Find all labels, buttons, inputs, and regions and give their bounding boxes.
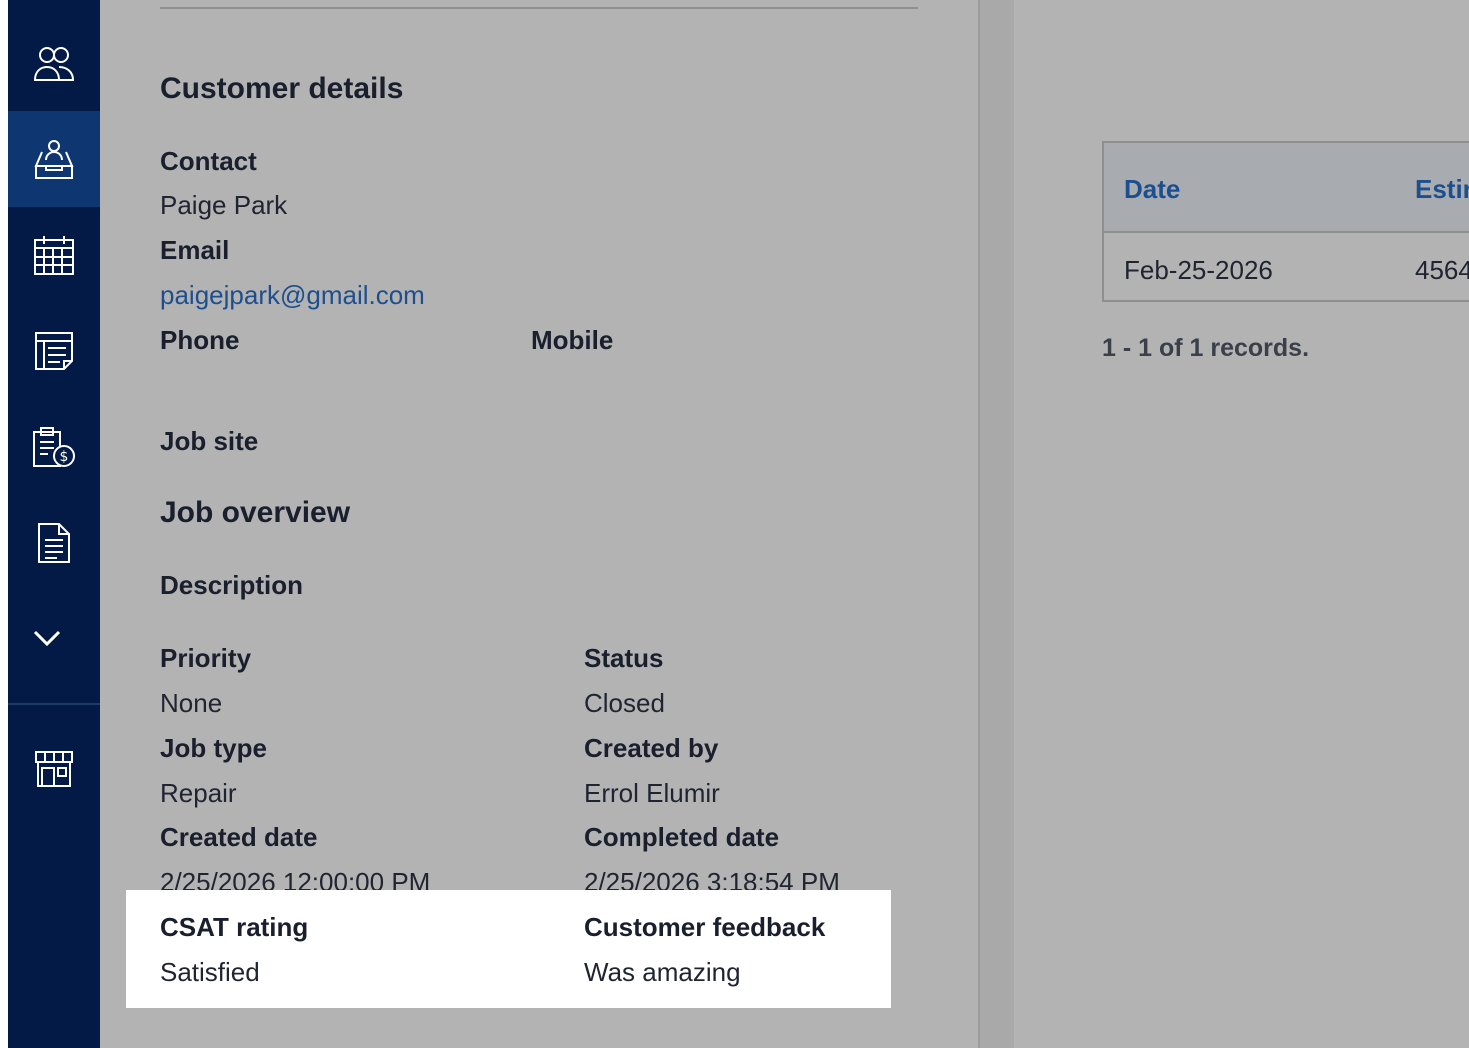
job-overview-heading: Job overview [160, 496, 351, 529]
contact-value: Paige Park [160, 190, 288, 220]
email-link[interactable]: paigejpark@gmail.com [160, 282, 425, 308]
csat-rating-label: CSAT rating [160, 912, 309, 942]
job-site-label: Job site [160, 426, 259, 456]
created-by-value: Errol Elumir [584, 778, 720, 808]
contact-label: Contact [160, 146, 257, 176]
column-header-estimate[interactable]: Estin [1415, 176, 1469, 202]
priority-label: Priority [160, 643, 252, 673]
description-label: Description [160, 570, 304, 600]
cell-date: Feb-25-2026 [1124, 255, 1273, 285]
sidebar-item-calendar[interactable] [8, 207, 100, 303]
storefront-icon [34, 750, 74, 788]
sidebar-item-jobs[interactable] [8, 111, 100, 207]
sidebar-item-documents[interactable] [8, 495, 100, 591]
records-panel: Date Estin Feb-25-2026 4564 1 - 1 of 1 r… [1014, 0, 1469, 1048]
inbox-person-icon [32, 138, 76, 180]
sidebar-divider [8, 703, 100, 705]
column-header-date[interactable]: Date [1124, 176, 1180, 202]
svg-text:$: $ [60, 449, 69, 465]
sidebar-item-customers[interactable] [8, 16, 100, 112]
people-icon [32, 44, 76, 84]
created-by-label: Created by [584, 733, 719, 763]
window-edge [0, 0, 8, 1048]
cell-estimate: 4564 [1415, 255, 1469, 285]
sidebar-item-store[interactable] [8, 721, 100, 817]
sidebar-nav: $ [8, 0, 100, 1048]
status-value: Closed [584, 688, 665, 718]
mobile-label: Mobile [531, 325, 614, 355]
calendar-icon [33, 234, 75, 276]
records-grid: Date Estin Feb-25-2026 4564 [1102, 141, 1469, 302]
customer-feedback-value: Was amazing [584, 957, 741, 987]
chevron-down-icon [32, 629, 62, 647]
feedback-highlight [126, 890, 891, 1008]
customer-details-heading: Customer details [160, 72, 404, 105]
job-type-label: Job type [160, 733, 267, 763]
table-sheet-icon [34, 331, 74, 371]
pager-info: 1 - 1 of 1 records. [1102, 334, 1310, 362]
status-label: Status [584, 643, 664, 673]
section-divider [160, 7, 918, 9]
completed-date-label: Completed date [584, 822, 780, 852]
email-label: Email [160, 235, 230, 265]
panel-splitter[interactable] [978, 0, 1014, 1048]
priority-value: None [160, 688, 223, 718]
sidebar-item-invoices[interactable]: $ [8, 399, 100, 495]
job-type-value: Repair [160, 778, 237, 808]
phone-label: Phone [160, 325, 240, 355]
created-date-label: Created date [160, 822, 318, 852]
document-icon [37, 522, 71, 564]
clipboard-dollar-icon: $ [32, 426, 76, 468]
sidebar-item-lists[interactable] [8, 303, 100, 399]
grid-header-row: Date Estin [1104, 143, 1469, 233]
sidebar-more-toggle[interactable] [8, 590, 100, 686]
csat-rating-value: Satisfied [160, 957, 260, 987]
customer-feedback-label: Customer feedback [584, 912, 826, 942]
job-details-panel: Customer details Contact Paige Park Emai… [100, 0, 978, 1048]
